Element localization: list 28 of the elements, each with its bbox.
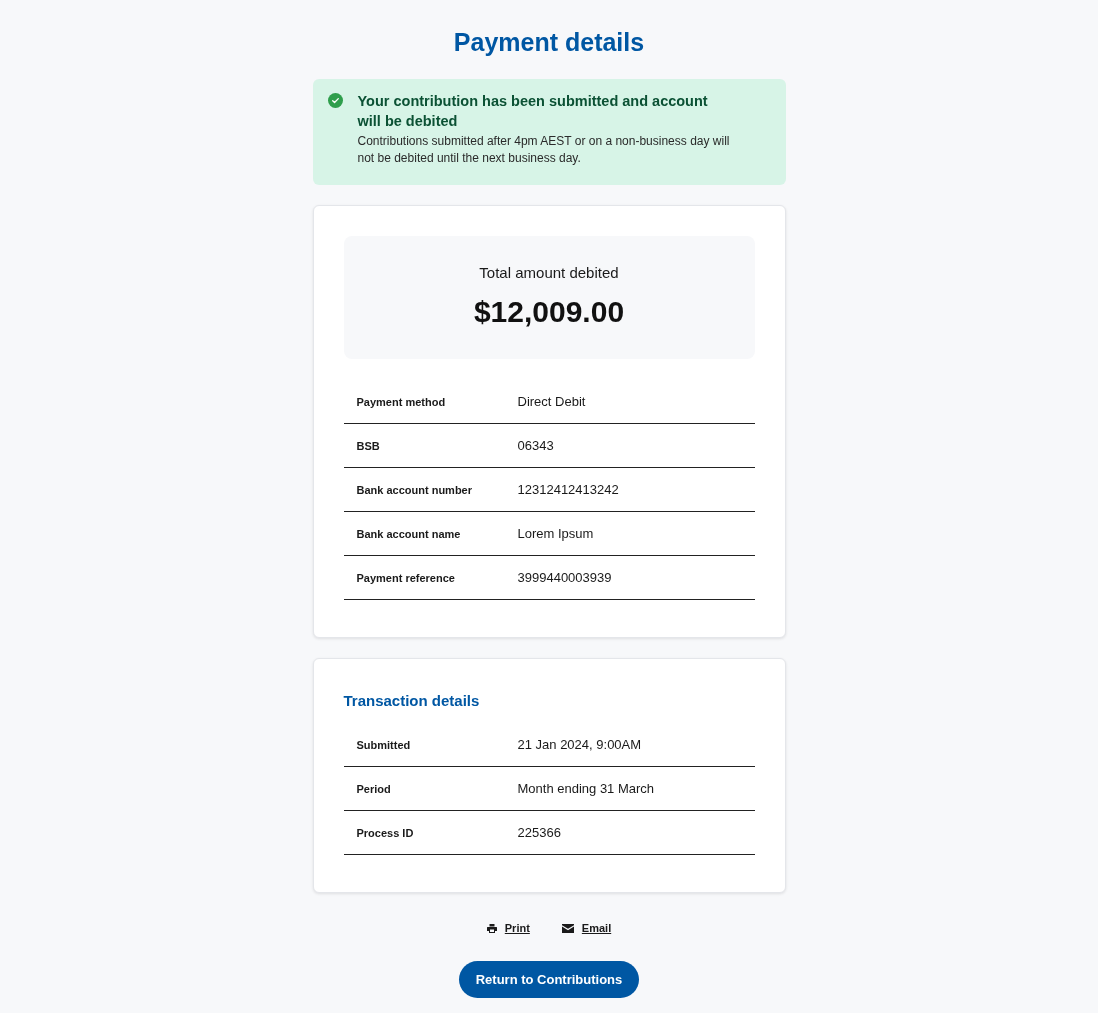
field-value: 3999440003939 [517,570,612,585]
field-value: Direct Debit [517,394,586,409]
field-value: 12312412413242 [517,482,619,497]
field-value: 225366 [517,825,561,840]
print-link[interactable]: Print [486,920,530,936]
envelope-icon [561,923,574,933]
return-button[interactable]: Return to Contributions [458,961,640,998]
field-value: Month ending 31 March [517,781,655,796]
field-label: Period [356,782,392,795]
field-value: 06343 [517,438,554,453]
page-title: Payment details [453,27,645,57]
email-link[interactable]: Email [561,920,612,936]
section-title: Transaction details [343,691,481,711]
total-amount: $12,009.00 [473,294,625,330]
alert-message: Contributions submitted after 4pm AEST or on a non-business day will not be debited until the next business day. [357,133,731,167]
check-circle-icon [327,93,343,108]
printer-icon [486,923,497,933]
field-label: Payment reference [356,571,456,584]
field-label: Bank account number [356,483,474,496]
field-label: Payment method [356,395,447,408]
field-label: Submitted [356,738,412,751]
field-label: BSB [356,439,381,452]
alert-heading: Your contribution has been submitted and account will be debited [357,92,709,131]
field-value: 21 Jan 2024, 9:00AM [517,737,642,752]
total-label: Total amount debited [479,263,619,283]
field-label: Process ID [356,826,415,839]
field-value: Lorem Ipsum [517,526,594,541]
field-label: Bank account name [356,527,462,540]
